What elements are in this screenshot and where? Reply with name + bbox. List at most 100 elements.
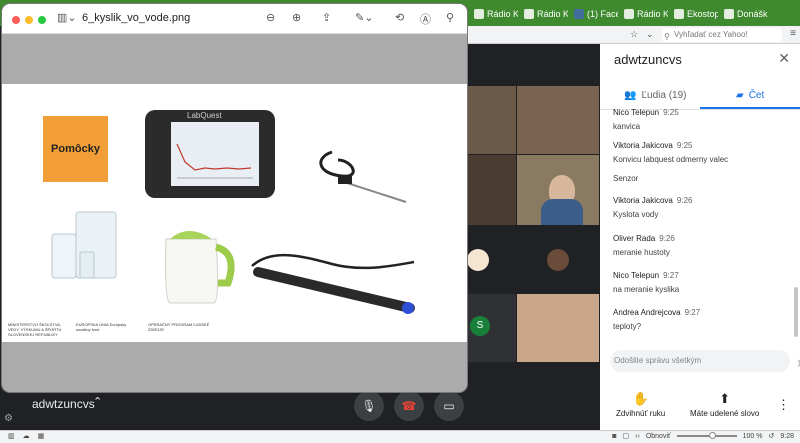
browser-tab[interactable]: Rádio Kl [470,4,518,24]
chat-message: Viktoria Jakicova 9:25 Konvicu labquest o… [613,141,729,183]
kettle-image [165,231,235,304]
status-bar: ▥ ☁ ▦ ◙ ▢ ‹› Obnoviť 100 % ↺ 9:28 [0,430,800,443]
zoom-slider[interactable] [676,432,737,439]
browser-tab[interactable]: Rádio Kl [620,4,668,24]
meeting-code[interactable]: adwtzuncvs [32,397,95,411]
refresh-label[interactable]: Obnoviť [646,433,671,440]
close-icon[interactable]: ✕ [778,50,790,67]
eu-logo: EURÓPSKA ÚNIA Európsky sociálny fond [76,322,127,332]
avatar [547,249,569,271]
search-icon: ⚲ [664,32,670,41]
avatar [467,249,489,271]
browser-tab[interactable]: Rádio Kl [520,4,568,24]
tab-favicon-icon [724,9,734,19]
dropdown-chevron-icon[interactable]: ⌄ [646,29,654,40]
tab-favicon-icon [624,9,634,19]
present-icon: ⬆ [719,391,731,406]
bookmark-star-icon[interactable]: ☆ [630,29,638,40]
meet-bottom-bar: ⚙ adwtzuncvs ⌃ 🎙 ☎ ▭ ✋ Zdvihnúť ruku ⬆ M… [0,387,800,430]
tab-favicon-icon [674,9,684,19]
device-brand: LabQuest [187,111,222,120]
tab-strip: Rádio Kl Rádio Kl (1) Facel Rádio Kl Eko… [470,4,768,24]
chat-icon: ▰ [736,89,744,101]
people-icon: 👥 [624,89,637,101]
chat-message: Oliver Rada 9:26 meranie hustoty [613,234,675,257]
browser-toolbar: ☆ ⌄ ⚲ Vyhľadať cez Yahoo! ≡ [466,26,800,44]
present-button[interactable]: ⬆ Máte udelené slovo [690,391,759,418]
panel-title: adwtzuncvs [614,52,682,67]
clock-time: 9:28 [780,432,794,440]
pomocky-label: Pomôcky [43,116,108,182]
meet-side-panel: adwtzuncvs ✕ 👥 Ľudia (19) ▰ Čet Nico Tel… [600,44,800,387]
scrollbar[interactable] [794,287,798,337]
rotate-icon[interactable]: ⟲ [395,11,404,24]
chevron-up-icon[interactable]: ⌃ [93,395,102,408]
footer-logos: MINISTERSTVO ŠKOLSTVA, VEDY, VÝSKUMU A Š… [8,322,218,337]
chat-message: Viktoria Jakicova 9:26 Kyslota vody [613,196,693,219]
avatar: S [470,316,490,336]
minimize-window-button[interactable] [25,16,33,24]
raise-hand-button[interactable]: ✋ Zdvihnúť ruku [616,391,665,418]
zoom-level: 100 % [742,432,763,440]
beakers-image [51,211,117,279]
hangup-icon: ☎ [401,399,417,413]
leave-call-button[interactable]: ☎ [394,391,424,421]
share-icon[interactable]: ⇪ [322,11,331,24]
cloud-icon[interactable]: ☁ [23,432,30,440]
sidebar-icon[interactable]: ▥ [8,432,15,440]
chat-message: Nico Telepun 9:25 kanvica [613,108,679,131]
video-tile[interactable] [517,294,599,362]
labquest-device-image: LabQuest [145,110,275,198]
menu-icon[interactable]: ≡ [790,28,796,39]
operational-program-logo: OPERAČNÝ PROGRAM ĽUDSKÉ ZDROJE [148,322,210,332]
temperature-probe-image [319,150,407,203]
slide-image: Pomôcky LabQuest MINISTERSTVO ŠKOLSTVA, … [2,84,467,342]
tab-people[interactable]: 👥 Ľudia (19) [624,84,686,106]
hand-icon: ✋ [632,391,649,406]
search-icon[interactable]: ⚲ [446,11,454,24]
zoom-slider-knob[interactable] [708,432,716,439]
reset-zoom-icon[interactable]: ↺ [769,432,775,440]
gear-icon[interactable]: ⚙ [4,413,13,424]
zoom-in-icon[interactable]: ⊕ [292,11,301,24]
browser-tab[interactable]: (1) Facel [570,4,618,24]
video-tile[interactable] [468,155,516,225]
code-icon[interactable]: ‹› [635,433,640,440]
zoom-window-button[interactable] [38,16,46,24]
ministry-logo: MINISTERSTVO ŠKOLSTVA, VEDY, VÝSKUMU A Š… [8,322,62,337]
participant-shirt [541,199,583,225]
markup-pen-icon[interactable]: ✎⌄ [355,11,373,24]
window-icon[interactable]: ▢ [623,432,630,440]
tab-favicon-icon [524,9,534,19]
video-tile[interactable] [517,86,599,154]
file-name: 6_kyslik_vo_vode.png [82,12,191,24]
chat-message: Nico Telepun 9:27 na meranie kyslika [613,271,680,294]
send-icon[interactable]: ➤ [796,352,800,374]
camera-icon: ▭ [443,399,455,413]
screenshot-icon[interactable]: ◙ [612,433,616,440]
zoom-out-icon[interactable]: ⊖ [266,11,275,24]
preview-window: ▥⌄ 6_kyslik_vo_vode.png ⊖ ⊕ ⇪ ✎⌄ ⟲ Ⓐ ⚲ P… [2,4,467,392]
oxygen-sensor-image [251,253,415,314]
microphone-button[interactable]: 🎙 [354,391,384,421]
video-grid: S [466,44,600,387]
browser-tab[interactable]: Donášku [720,4,768,24]
camera-button[interactable]: ▭ [434,391,464,421]
video-tile[interactable] [517,155,599,225]
chat-input[interactable]: Odošlite správu všetkým ➤ [610,350,800,372]
search-input[interactable]: ⚲ Vyhľadať cez Yahoo! [662,28,782,42]
more-options-icon[interactable]: ⋮ [777,397,790,413]
browser-tab[interactable]: Ekostop [670,4,718,24]
bottom-actions: ✋ Zdvihnúť ruku ⬆ Máte udelené slovo ⋮ [600,387,800,430]
preview-toolbar: ▥⌄ 6_kyslik_vo_vode.png ⊖ ⊕ ⇪ ✎⌄ ⟲ Ⓐ ⚲ [2,4,467,34]
grid-icon[interactable]: ▦ [38,432,45,440]
video-tile[interactable] [468,86,516,154]
tab-chat[interactable]: ▰ Čet [736,84,764,106]
close-window-button[interactable] [12,16,20,24]
tab-favicon-icon [474,9,484,19]
microphone-icon: 🎙 [361,399,377,413]
video-tile[interactable]: S [468,294,516,362]
chat-message: Andrea Andrejcova 9:27 teploty? [613,308,701,331]
sidebar-toggle-icon[interactable]: ▥⌄ [57,11,77,24]
markup-icon[interactable]: Ⓐ [420,11,431,27]
